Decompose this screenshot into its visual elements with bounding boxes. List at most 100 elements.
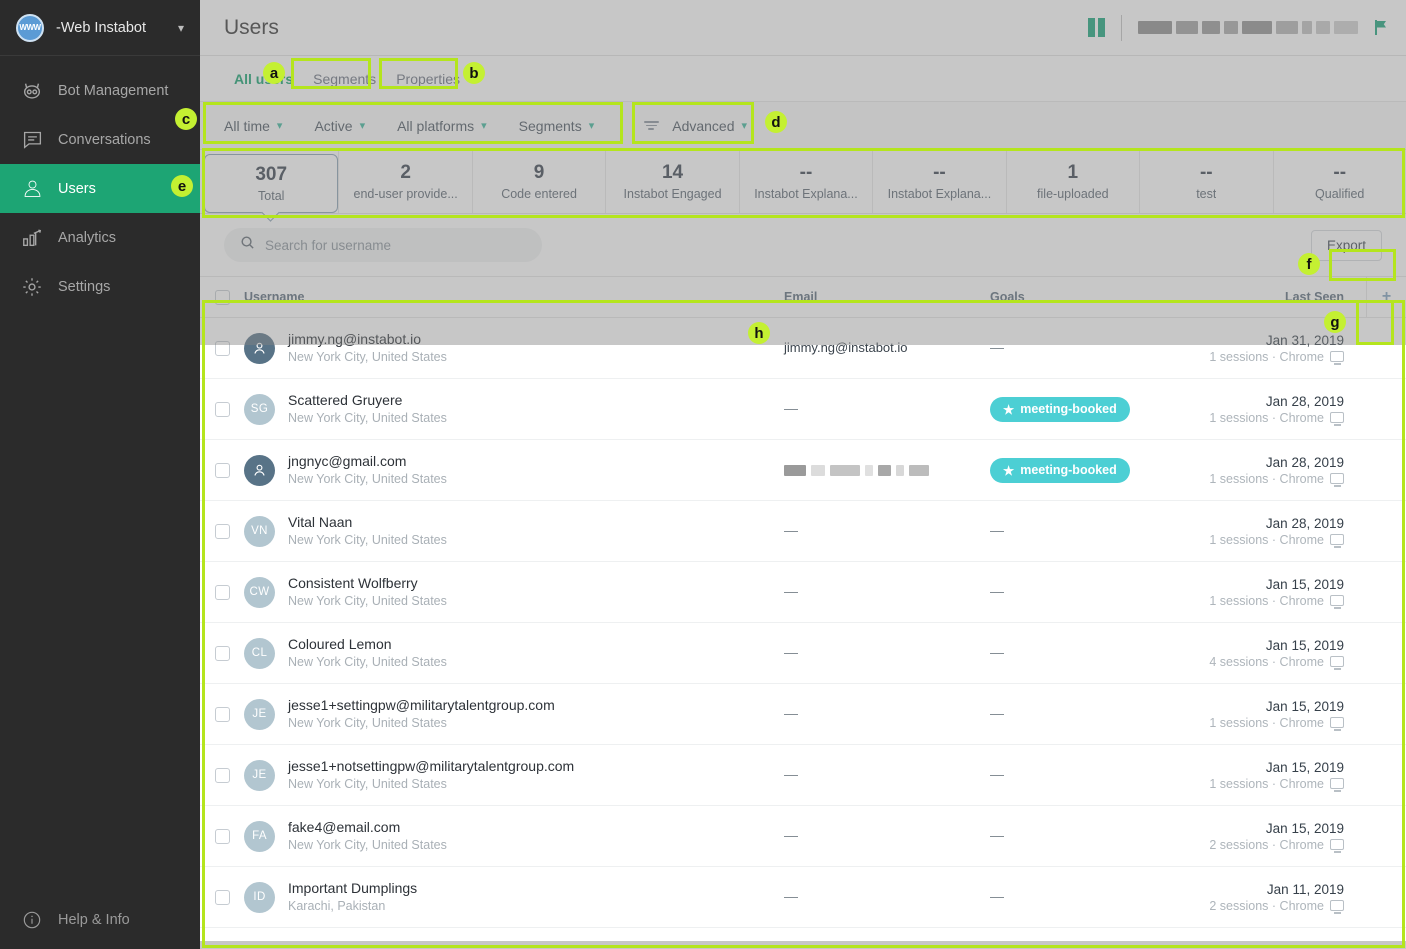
stat-value: --	[1199, 161, 1213, 183]
stat-card[interactable]: 14 Instabot Engaged	[605, 150, 738, 213]
username-text: Vital Naan	[288, 513, 353, 530]
filter-segments[interactable]: Segments ▾	[519, 112, 613, 140]
filter-active[interactable]: Active ▾	[314, 112, 383, 140]
advanced-filter[interactable]: Advanced ▾	[644, 112, 765, 140]
filter-all-platforms[interactable]: All platforms ▾	[397, 112, 505, 140]
sidebar-item-analytics[interactable]: Analytics	[0, 213, 200, 262]
table-row[interactable]: CL Coloured Lemon New York City, United St…	[200, 623, 1406, 684]
goal-empty: —	[990, 339, 1004, 355]
filter-all-time[interactable]: All time ▾	[224, 112, 300, 140]
cell-last-seen: Jan 28, 2019 1 sessions · Chrome	[1202, 516, 1366, 548]
divider	[1121, 14, 1122, 41]
filter-label: All platforms	[397, 117, 475, 134]
column-header-goals[interactable]: Goals	[990, 290, 1202, 304]
desktop-icon	[1330, 778, 1344, 792]
cell-email: —	[784, 644, 990, 662]
stat-label: test	[1196, 187, 1217, 202]
cell-username: jngnyc@gmail.com New York City, United St…	[244, 453, 784, 488]
workspace-switcher[interactable]: WWW -Web Instabot ▾	[0, 0, 200, 56]
row-checkbox[interactable]	[200, 889, 244, 905]
cell-goals: —	[990, 522, 1202, 540]
location-text: New York City, United States	[288, 716, 447, 731]
sidebar-item-label: Bot Management	[58, 82, 169, 99]
row-checkbox[interactable]	[200, 645, 244, 661]
robot-icon	[20, 79, 44, 103]
desktop-icon	[1330, 717, 1344, 731]
sidebar-item-users[interactable]: Users	[0, 164, 200, 213]
stat-card[interactable]: -- Instabot Explana...	[872, 150, 1005, 213]
tab-properties[interactable]: Properties	[386, 67, 470, 91]
goal-empty: —	[990, 705, 1004, 721]
table-row[interactable]: VN Vital Naan New York City, United States…	[200, 501, 1406, 562]
column-header-last-seen[interactable]: Last Seen	[1202, 290, 1366, 304]
column-header-username[interactable]: Username	[244, 290, 784, 304]
stat-card[interactable]: -- Qualified	[1272, 150, 1406, 213]
table-row[interactable]: SG Scattered Gruyere New York City, United…	[200, 379, 1406, 440]
stat-card[interactable]: 2 end-user provide...	[338, 150, 471, 213]
flag-icon[interactable]	[1374, 19, 1388, 36]
row-checkbox[interactable]	[200, 462, 244, 478]
row-checkbox[interactable]	[200, 584, 244, 600]
search-box[interactable]	[224, 228, 542, 262]
redacted-email	[784, 464, 990, 476]
row-checkbox[interactable]	[200, 767, 244, 783]
stat-label: Code entered	[501, 187, 577, 202]
last-seen-sessions: 1 sessions · Chrome	[1202, 350, 1344, 365]
search-input[interactable]	[265, 237, 526, 253]
cell-last-seen: Jan 28, 2019 1 sessions · Chrome	[1202, 394, 1366, 426]
email-empty: —	[784, 583, 798, 599]
tab-segments[interactable]: Segments	[303, 67, 386, 91]
sidebar-item-settings[interactable]: Settings	[0, 262, 200, 311]
row-checkbox[interactable]	[200, 828, 244, 844]
avatar-initials: FA	[252, 830, 267, 842]
filter-label: Active	[314, 117, 353, 134]
table-row[interactable]: JE jesse1+notsettingpw@militarytalentgrou…	[200, 745, 1406, 806]
sidebar-nav: Bot Management Conversations Users Analy…	[0, 66, 200, 891]
stat-card[interactable]: 307 Total	[204, 154, 339, 213]
goal-badge: ★ meeting-booked	[990, 396, 1130, 422]
column-header-email[interactable]: Email	[784, 290, 990, 304]
avatar: VN	[244, 515, 275, 547]
table-row[interactable]: FA fake4@email.com New York City, United S…	[200, 806, 1406, 867]
table-row[interactable]: ID Important Dumplings Karachi, Pakistan — —…	[200, 867, 1406, 928]
annotation-badge-h: h	[748, 322, 770, 344]
cell-goals: —	[990, 705, 1202, 723]
stat-label: Instabot Explana...	[887, 187, 992, 202]
export-button[interactable]: Export	[1310, 229, 1382, 261]
sidebar-item-bot-management[interactable]: Bot Management	[0, 66, 200, 115]
pause-icon[interactable]	[1088, 18, 1105, 37]
avatar: JE	[244, 759, 275, 791]
stat-card[interactable]: 9 Code entered	[471, 150, 605, 213]
filter-label: Segments	[518, 117, 582, 134]
sessions-text: 2 sessions · Chrome	[1209, 837, 1324, 852]
user-icon	[20, 177, 44, 201]
goal-empty: —	[990, 888, 1004, 904]
help-and-info[interactable]: Help & Info	[0, 891, 200, 949]
location-text: New York City, United States	[288, 838, 447, 853]
desktop-icon	[1330, 900, 1344, 914]
last-seen-date: Jan 15, 2019	[1265, 820, 1344, 836]
table-row[interactable]: JE jesse1+settingpw@militarytalentgroup.c…	[200, 684, 1406, 745]
row-checkbox[interactable]	[200, 706, 244, 722]
table-row[interactable]: CW Consistent Wolfberry New York City, Uni…	[200, 562, 1406, 623]
add-column-button[interactable]: +	[1366, 277, 1406, 317]
goal-empty: —	[990, 827, 1004, 843]
stat-value: --	[933, 161, 946, 183]
cell-username: SG Scattered Gruyere New York City, United…	[244, 392, 784, 427]
sidebar-item-conversations[interactable]: Conversations	[0, 115, 200, 164]
row-checkbox[interactable]	[200, 523, 244, 539]
cell-username: ID Important Dumplings Karachi, Pakistan	[244, 880, 784, 915]
table-row[interactable]: jngnyc@gmail.com New York City, United St…	[200, 440, 1406, 501]
avatar-initials: JE	[252, 708, 267, 720]
filter-icon	[644, 121, 660, 130]
cell-username: CL Coloured Lemon New York City, United St…	[244, 636, 784, 671]
select-all-checkbox[interactable]	[200, 289, 244, 305]
row-checkbox[interactable]	[200, 401, 244, 417]
stat-card[interactable]: 1 file-uploaded	[1005, 150, 1139, 213]
table-row[interactable]: jimmy.ng@instabot.io New York City, Unite…	[200, 318, 1406, 379]
goal-label: meeting-booked	[1020, 402, 1117, 416]
stat-card[interactable]: -- Instabot Explana...	[738, 150, 872, 213]
stat-card[interactable]: -- test	[1139, 150, 1272, 213]
redacted-text	[1138, 21, 1358, 34]
row-checkbox[interactable]	[200, 340, 244, 356]
